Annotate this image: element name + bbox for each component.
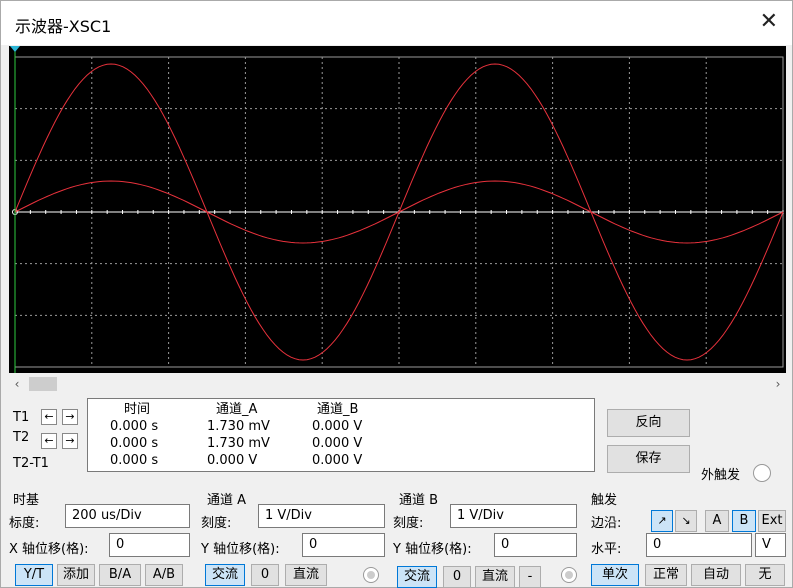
x-position-label: X 轴位移(格): xyxy=(9,542,89,557)
external-trigger-label: 外触发 xyxy=(701,468,741,483)
mode-ba-button[interactable]: B/A xyxy=(99,564,141,586)
trigger-level-field[interactable]: 0 xyxy=(646,533,752,557)
readout-cell: 0.000 s xyxy=(110,419,159,434)
external-trigger-radio[interactable] xyxy=(753,464,771,482)
channel-a-ac-button[interactable]: 交流 xyxy=(205,564,245,586)
t2-t1-label: T2-T1 xyxy=(13,456,49,471)
window-title: 示波器-XSC1 xyxy=(15,17,112,36)
readout-cell: 0.000 V xyxy=(312,453,363,468)
t2-right-arrow-icon[interactable]: → xyxy=(62,433,78,449)
readout-cell: 1.730 mV xyxy=(207,419,270,434)
scroll-right-icon[interactable]: › xyxy=(770,375,786,393)
channel-a-dc-button[interactable]: 直流 xyxy=(285,564,327,586)
readout-cell: 0.000 s xyxy=(110,436,159,451)
channel-a-ypos-label: Y 轴位移(格): xyxy=(201,542,280,557)
scroll-thumb[interactable] xyxy=(29,377,57,391)
channel-a-title: 通道 A xyxy=(207,493,247,508)
readout-table: 时间 通道_A 通道_B 0.000 s 1.730 mV 0.000 V 0.… xyxy=(87,398,595,472)
rising-edge-icon[interactable]: ↗ xyxy=(651,510,673,532)
trigger-level-label: 水平: xyxy=(591,542,622,557)
channel-b-scale-label: 刻度: xyxy=(393,516,424,531)
channel-b-title: 通道 B xyxy=(399,493,439,508)
channel-a-scale-label: 刻度: xyxy=(201,516,232,531)
oscilloscope-screen xyxy=(9,46,786,373)
t1-right-arrow-icon[interactable]: → xyxy=(62,409,78,425)
trigger-source-ext-button[interactable]: Ext xyxy=(758,510,786,532)
trigger-source-a-button[interactable]: A xyxy=(705,510,729,532)
channel-a-zero-button[interactable]: 0 xyxy=(251,564,279,586)
channel-b-ypos-label: Y 轴位移(格): xyxy=(393,542,472,557)
title-bar: 示波器-XSC1 ✕ xyxy=(1,1,792,45)
readout-cell: 1.730 mV xyxy=(207,436,270,451)
trigger-auto-button[interactable]: 自动 xyxy=(691,564,741,586)
readout-cell: 0.000 V xyxy=(312,419,363,434)
channel-a-scale-field[interactable]: 1 V/Div xyxy=(258,504,385,528)
close-icon[interactable]: ✕ xyxy=(760,9,778,35)
readout-cell: 0.000 V xyxy=(207,453,258,468)
channel-b-scale-field[interactable]: 1 V/Div xyxy=(450,504,577,528)
trigger-normal-button[interactable]: 正常 xyxy=(645,564,687,586)
t2-left-arrow-icon[interactable]: ← xyxy=(41,433,57,449)
trigger-none-button[interactable]: 无 xyxy=(745,564,785,586)
horizontal-scrollbar[interactable]: ‹ › xyxy=(9,375,786,393)
timebase-title: 时基 xyxy=(13,493,40,508)
timebase-scale-label: 标度: xyxy=(9,516,40,531)
channel-b-ypos-field[interactable]: 0 xyxy=(494,533,577,557)
channel-b-dc-button[interactable]: 直流 xyxy=(475,566,515,588)
readout-cell: 0.000 V xyxy=(312,436,363,451)
readout-cell: 0.000 s xyxy=(110,453,159,468)
channel-b-radio[interactable] xyxy=(561,567,577,583)
channel-a-ypos-field[interactable]: 0 xyxy=(302,533,385,557)
reverse-button[interactable]: 反向 xyxy=(607,409,690,437)
channel-b-zero-button[interactable]: 0 xyxy=(443,566,471,588)
waveform-display xyxy=(10,46,784,373)
save-button[interactable]: 保存 xyxy=(607,445,690,473)
scroll-left-icon[interactable]: ‹ xyxy=(9,375,25,393)
timebase-scale-field[interactable]: 200 us/Div xyxy=(65,504,190,528)
x-position-field[interactable]: 0 xyxy=(109,533,190,557)
trigger-edge-label: 边沿: xyxy=(591,516,622,531)
readout-header-channel-a: 通道_A xyxy=(216,402,258,417)
trigger-source-b-button[interactable]: B xyxy=(732,510,756,532)
trigger-level-unit[interactable]: V xyxy=(755,533,786,557)
trigger-title: 触发 xyxy=(591,493,618,508)
trigger-single-button[interactable]: 单次 xyxy=(591,564,639,586)
falling-edge-icon[interactable]: ↘ xyxy=(675,510,697,532)
readout-header-time: 时间 xyxy=(124,402,151,417)
channel-a-radio[interactable] xyxy=(363,567,379,583)
t2-label: T2 xyxy=(13,430,30,445)
mode-add-button[interactable]: 添加 xyxy=(57,564,95,586)
channel-b-invert-button[interactable]: - xyxy=(519,566,541,588)
mode-yt-button[interactable]: Y/T xyxy=(15,564,53,586)
readout-header-channel-b: 通道_B xyxy=(317,402,359,417)
mode-ab-button[interactable]: A/B xyxy=(145,564,183,586)
channel-b-ac-button[interactable]: 交流 xyxy=(397,566,437,588)
t1-label: T1 xyxy=(13,410,30,425)
cursor-t1-marker xyxy=(10,46,20,52)
oscilloscope-window: 示波器-XSC1 ✕ ‹ › T1 ← → T2 ← → T2-T1 时间 通道… xyxy=(0,0,793,588)
t1-left-arrow-icon[interactable]: ← xyxy=(41,409,57,425)
